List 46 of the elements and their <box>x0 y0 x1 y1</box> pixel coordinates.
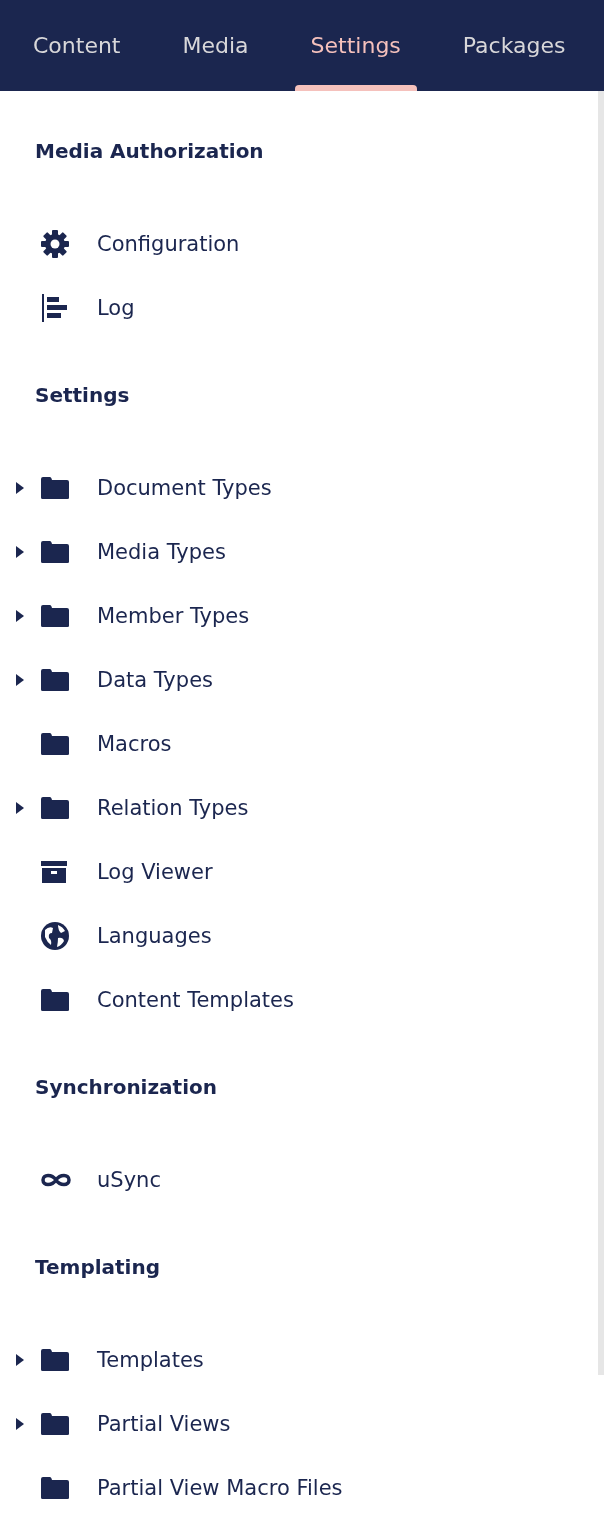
section-tab[interactable]: Settings <box>294 0 417 91</box>
tree-item[interactable]: Log <box>97 296 135 320</box>
caret-icon[interactable] <box>16 610 24 622</box>
caret-icon[interactable] <box>16 1354 24 1366</box>
tree-item[interactable]: Relation Types <box>97 796 249 820</box>
folder-icon <box>40 476 70 500</box>
gear-icon <box>40 229 70 259</box>
tree-item[interactable]: Templates <box>97 1348 204 1372</box>
caret-icon[interactable] <box>16 546 24 558</box>
tree-item[interactable]: uSync <box>97 1168 161 1192</box>
folder-icon <box>40 1412 70 1436</box>
folder-icon <box>40 796 70 820</box>
infinity-icon <box>40 1172 72 1188</box>
tree-item[interactable]: Member Types <box>97 604 250 628</box>
tree-item[interactable]: Document Types <box>97 476 272 500</box>
caret-icon[interactable] <box>16 674 24 686</box>
section-tab[interactable]: Content <box>17 0 137 91</box>
tree-item[interactable]: Partial View Macro Files <box>97 1476 343 1500</box>
section-heading: Synchronization <box>34 1074 218 1101</box>
section-heading: Settings <box>34 382 131 409</box>
tree-item[interactable]: Configuration <box>97 232 240 256</box>
globe-icon <box>40 921 70 951</box>
tree-item[interactable]: Languages <box>97 924 212 948</box>
folder-icon <box>40 988 70 1012</box>
section-tab[interactable]: Packages <box>446 0 582 91</box>
folder-icon <box>40 540 70 564</box>
tree-item[interactable]: Partial Views <box>97 1412 231 1436</box>
caret-icon[interactable] <box>16 1418 24 1430</box>
tree-item[interactable]: Macros <box>97 732 172 756</box>
tree-item[interactable]: Media Types <box>97 540 226 564</box>
folder-icon <box>40 1348 70 1372</box>
folder-icon <box>40 1476 70 1500</box>
section-heading: Templating <box>34 1254 162 1281</box>
archive-box-icon <box>40 861 68 883</box>
tree-item[interactable]: Data Types <box>97 668 213 692</box>
caret-icon[interactable] <box>16 802 24 814</box>
align-left-icon <box>40 294 70 322</box>
folder-icon <box>40 732 70 756</box>
tree-item[interactable]: Content Templates <box>97 988 294 1012</box>
folder-icon <box>40 668 70 692</box>
caret-icon[interactable] <box>16 482 24 494</box>
tree-item[interactable]: Log Viewer <box>97 860 213 884</box>
folder-icon <box>40 604 70 628</box>
scrollbar[interactable] <box>598 91 604 1375</box>
section-tab[interactable]: Media <box>166 0 265 91</box>
section-heading: Media Authorization <box>34 138 265 165</box>
